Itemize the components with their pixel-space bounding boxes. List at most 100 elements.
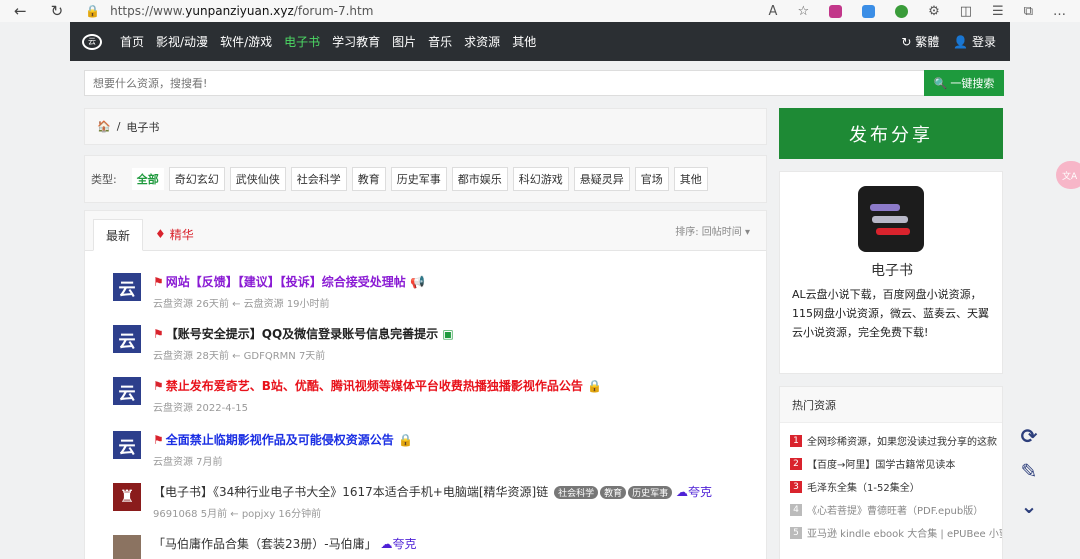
hot-item[interactable]: 3 毛泽东全集（1-52集全） (780, 475, 1002, 498)
breadcrumb: 🏠 / 电子书 (84, 108, 767, 145)
thread-meta: 云盘资源 7月前 (153, 457, 223, 468)
thread-title[interactable]: 网站【反馈】【建议】【投诉】综合接受处理帖 (166, 275, 406, 289)
type-all[interactable]: 全部 (131, 168, 164, 190)
browser-toolbar: ← ↻ 🔒 https://www.yunpanziyuan.xyz/forum… (0, 0, 1080, 22)
thread-row[interactable]: 云 ⚑ 【账号安全提示】QQ及微信登录账号信息完善提示 ▣ 云盘资源 28天前 ←… (113, 325, 454, 362)
avatar[interactable]: 云 (113, 377, 141, 405)
nav-item-video[interactable]: 影视/动漫 (156, 33, 208, 50)
back-arrow-icon[interactable]: ← (14, 2, 27, 20)
thread-row[interactable]: 云 ⚑ 禁止发布爱奇艺、B站、优酷、腾讯视频等媒体平台收费热播独播影视作品公告 🔒… (113, 377, 602, 414)
type-history[interactable]: 历史军事 (390, 167, 447, 191)
search-button-label: 一键搜索 (950, 77, 995, 90)
flag-icon: ⚑ (153, 327, 164, 341)
quark-label: 夸克 (392, 537, 417, 551)
collections-icon[interactable]: ⧉ (1024, 4, 1033, 19)
thread-title[interactable]: 「马伯庸作品合集（套装23册）-马伯庸」 (153, 537, 377, 551)
translate-icon[interactable]: 文A (1056, 161, 1080, 189)
tab-latest[interactable]: 最新 (93, 219, 144, 251)
forum-name: 电子书 (871, 263, 913, 279)
extension-icon-2[interactable] (862, 4, 876, 18)
nav-item-ebook[interactable]: 电子书 (284, 33, 320, 50)
thread-row[interactable]: ♜ 【电子书】《34种行业电子书大全》1617本适合手机+电脑端[精华资源]链 … (113, 483, 712, 520)
nav-item-education[interactable]: 学习教育 (332, 33, 380, 50)
type-officialdom[interactable]: 官场 (634, 167, 669, 191)
main-menu: 首页 影视/动漫 软件/游戏 电子书 学习教育 图片 音乐 求资源 其他 (120, 33, 536, 50)
tag-badge[interactable]: 教育 (600, 486, 627, 499)
hot-item[interactable]: 5 亚马逊 kindle ebook 大合集 | ePUBee 小蜜 (780, 521, 1002, 544)
split-screen-icon[interactable]: ◫ (960, 4, 972, 19)
chevron-down-icon[interactable]: ⌄ (1018, 494, 1040, 518)
nav-item-home[interactable]: 首页 (120, 33, 144, 50)
nav-item-music[interactable]: 音乐 (428, 33, 452, 50)
thread-row[interactable]: 云 ⚑ 全面禁止临期影视作品及可能侵权资源公告 🔒 云盘资源 7月前 (113, 431, 413, 468)
avatar[interactable] (113, 535, 141, 559)
hot-item[interactable]: 2 【百度→阿里】国学古籍常见读本 (780, 452, 1002, 475)
type-urban[interactable]: 都市娱乐 (451, 167, 508, 191)
site-logo-icon[interactable]: 云 (82, 33, 102, 50)
extension-icon-3[interactable] (895, 4, 909, 18)
tab-latest-label: 最新 (106, 228, 131, 243)
thread-meta: 云盘资源 28天前 ← GDFQRMN 7天前 (153, 351, 326, 362)
breadcrumb-current[interactable]: 电子书 (126, 119, 159, 135)
quark-cloud-icon: ☁ (380, 537, 393, 551)
diamond-icon: ♦ (155, 227, 166, 241)
refresh-icon[interactable]: ⟳ (1018, 424, 1040, 448)
type-social-science[interactable]: 社会科学 (290, 167, 347, 191)
publish-button[interactable]: 发布分享 (779, 108, 1003, 159)
traditional-label: 繁體 (915, 35, 940, 49)
thread-tabs: 最新 ♦ 精华 (85, 211, 766, 251)
refresh-icon[interactable]: ↻ (51, 2, 64, 20)
thread-title[interactable]: 【电子书】《34种行业电子书大全》1617本适合手机+电脑端[精华资源]链 (153, 485, 548, 499)
type-filter-label: 类型: (91, 173, 117, 186)
type-education[interactable]: 教育 (351, 167, 386, 191)
type-scifi[interactable]: 科幻游戏 (512, 167, 569, 191)
search-input[interactable] (84, 70, 924, 96)
lock-icon: 🔒 (85, 4, 101, 18)
url-path: /forum-7.htm (293, 4, 374, 18)
login-button[interactable]: 👤 登录 (953, 33, 996, 50)
type-mystery[interactable]: 悬疑灵异 (573, 167, 630, 191)
avatar[interactable]: 云 (113, 325, 141, 353)
search-button[interactable]: 🔍 一键搜索 (924, 70, 1004, 96)
nav-item-images[interactable]: 图片 (392, 33, 416, 50)
avatar[interactable]: ♜ (113, 483, 141, 511)
nav-item-software[interactable]: 软件/游戏 (220, 33, 272, 50)
flag-icon: ⚑ (153, 433, 164, 447)
tag-badge[interactable]: 历史军事 (628, 486, 673, 499)
login-label: 登录 (971, 35, 996, 49)
lock-icon: 🔒 (397, 433, 413, 447)
sort-label: 排序: 回帖时间 (675, 227, 742, 238)
extension-icon-1[interactable] (829, 4, 843, 18)
home-icon[interactable]: 🏠 (97, 120, 111, 133)
thread-title[interactable]: 【账号安全提示】QQ及微信登录账号信息完善提示 (166, 327, 438, 341)
traditional-chinese-toggle[interactable]: ↻ 繁體 (901, 33, 939, 50)
search-bar: 🔍 一键搜索 (84, 70, 1004, 96)
more-menu-icon[interactable]: … (1053, 4, 1066, 19)
favorite-star-icon[interactable]: ☆ (797, 4, 809, 19)
tag-badge[interactable]: 社会科学 (554, 486, 599, 499)
tab-best[interactable]: ♦ 精华 (143, 218, 206, 250)
thread-row[interactable]: 云 ⚑ 网站【反馈】【建议】【投诉】综合接受处理帖 📢 云盘资源 26天前 ← 云… (113, 273, 425, 310)
nav-item-other[interactable]: 其他 (512, 33, 536, 50)
hot-item[interactable]: 4 《心若菩提》曹德旺著（PDF.epub版） (780, 498, 1002, 521)
read-aloud-icon[interactable]: A (769, 4, 778, 19)
quark-cloud-icon: ☁ (675, 485, 688, 499)
type-wuxia[interactable]: 武侠仙侠 (229, 167, 286, 191)
type-other[interactable]: 其他 (673, 167, 708, 191)
nav-item-request[interactable]: 求资源 (464, 33, 500, 50)
thread-title[interactable]: 全面禁止临期影视作品及可能侵权资源公告 (166, 433, 394, 447)
type-fantasy[interactable]: 奇幻玄幻 (168, 167, 225, 191)
flag-icon: ⚑ (153, 379, 164, 393)
avatar[interactable]: 云 (113, 273, 141, 301)
favorites-list-icon[interactable]: ☰ (992, 4, 1004, 19)
extensions-puzzle-icon[interactable]: ⚙ (928, 4, 940, 19)
hot-item[interactable]: 1 全网珍稀资源，如果您没读过我分享的这款 (780, 429, 1002, 452)
lock-icon: 🔒 (587, 379, 603, 393)
sort-dropdown[interactable]: 排序: 回帖时间 ▾ (675, 223, 750, 238)
thread-title[interactable]: 禁止发布爱奇艺、B站、优酷、腾讯视频等媒体平台收费热播独播影视作品公告 (166, 379, 583, 393)
address-bar[interactable]: 🔒 https://www.yunpanziyuan.xyz/forum-7.h… (85, 4, 373, 18)
publish-label: 发布分享 (849, 124, 933, 146)
edit-icon[interactable]: ✎ (1018, 459, 1040, 483)
avatar[interactable]: 云 (113, 431, 141, 459)
thread-row[interactable]: 「马伯庸作品合集（套装23册）-马伯庸」 ☁夸克 (113, 535, 416, 559)
